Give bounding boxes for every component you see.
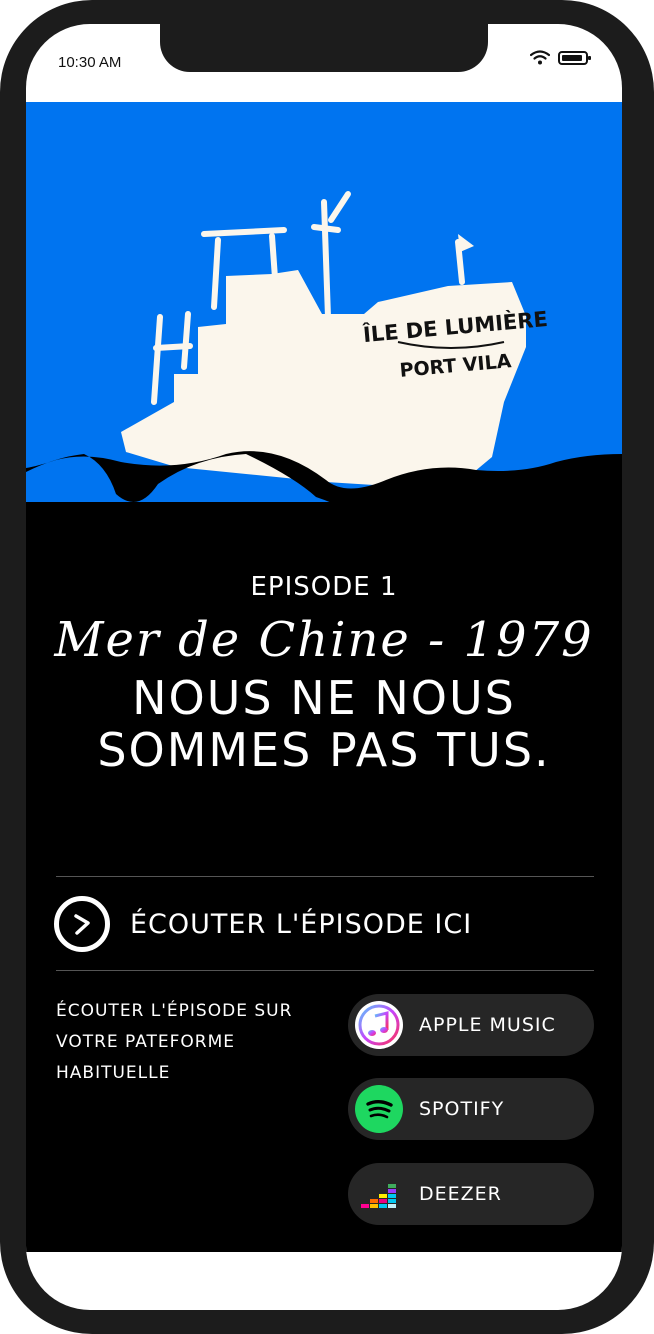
platform-intro-line1: ÉCOUTER L'ÉPISODE SUR — [56, 1001, 293, 1021]
divider-top — [56, 876, 594, 877]
deezer-label: DEEZER — [419, 1183, 502, 1205]
apple-music-icon — [355, 1001, 403, 1049]
deezer-button[interactable]: DEEZER — [348, 1163, 594, 1225]
play-icon[interactable] — [54, 896, 110, 952]
episode-title-line1: NOUS NE NOUS — [132, 671, 516, 725]
episode-title: NOUS NE NOUS SOMMES PAS TUS. — [26, 672, 622, 776]
episode-screen: ÎLE DE LUMIÈRE PORT VILA EPISODE 1 Mer d… — [26, 102, 622, 1252]
hero-illustration: ÎLE DE LUMIÈRE PORT VILA — [26, 102, 622, 542]
status-time: 10:30 AM — [58, 54, 122, 71]
listen-episode-button[interactable]: ÉCOUTER L'ÉPISODE ICI — [54, 892, 594, 956]
platform-intro-line2: VOTRE PATEFORME — [56, 1032, 236, 1052]
phone-frame: 10:30 AM ÎLE DE LUMIÈRE PORT VILA EPISOD… — [0, 0, 654, 1334]
divider-bottom — [56, 970, 594, 971]
spotify-button[interactable]: SPOTIFY — [348, 1078, 594, 1140]
spotify-label: SPOTIFY — [419, 1098, 505, 1120]
screen: 10:30 AM ÎLE DE LUMIÈRE PORT VILA EPISOD… — [26, 24, 622, 1310]
status-icons — [530, 50, 591, 65]
apple-music-button[interactable]: APPLE MUSIC — [348, 994, 594, 1056]
listen-episode-label: ÉCOUTER L'ÉPISODE ICI — [130, 908, 473, 940]
platform-intro: ÉCOUTER L'ÉPISODE SUR VOTRE PATEFORME HA… — [56, 996, 296, 1089]
apple-music-label: APPLE MUSIC — [419, 1014, 556, 1036]
wifi-icon — [530, 50, 550, 65]
deezer-icon — [355, 1170, 403, 1218]
episode-title-line2: SOMMES PAS TUS. — [97, 723, 551, 777]
episode-label: EPISODE 1 — [250, 572, 398, 602]
episode-subtitle: Mer de Chine - 1979 — [54, 612, 594, 668]
notch — [160, 24, 488, 72]
spotify-icon — [355, 1085, 403, 1133]
battery-icon — [558, 50, 591, 65]
platform-intro-line3: HABITUELLE — [56, 1063, 171, 1083]
